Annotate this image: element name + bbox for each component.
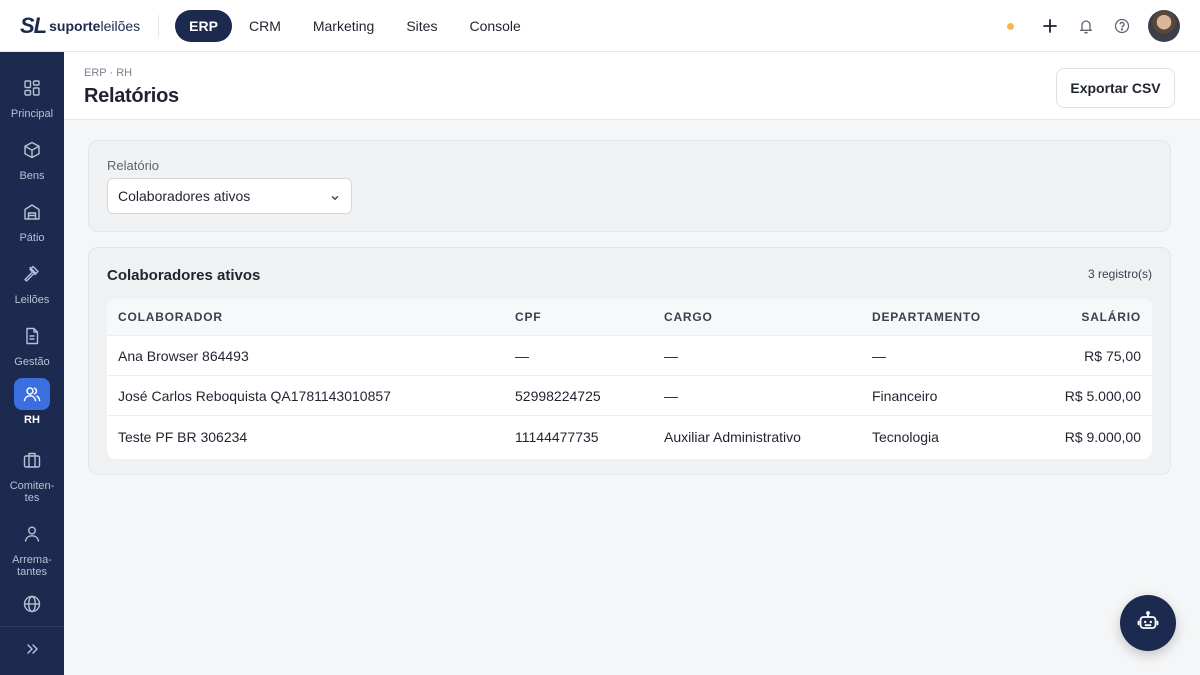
assistant-bot-button[interactable]	[1120, 595, 1176, 651]
cell-cargo: —	[664, 387, 678, 404]
document-icon	[14, 320, 50, 352]
avatar[interactable]	[1148, 10, 1180, 42]
results-count: 3 registro(s)	[1087, 267, 1152, 281]
sidebar-item-label: RH	[24, 414, 40, 426]
briefcase-icon	[14, 444, 50, 476]
column-header-colaborador[interactable]: COLABORADOR	[118, 299, 223, 335]
brand-name: suporteleilões	[49, 17, 141, 34]
cell-departamento: Tecnologia	[872, 429, 939, 445]
cell-cpf: 52998224725	[515, 387, 601, 404]
report-filter-card: Relatório Colaboradores ativos	[88, 140, 1171, 232]
users-icon	[14, 378, 50, 410]
sidebar-item-patio[interactable]: Pátio	[0, 196, 64, 244]
cell-cpf: 11144477735	[515, 429, 599, 445]
table-row[interactable]: Teste PF BR 306234 11144477735 Auxiliar …	[107, 417, 1152, 457]
status-indicator	[1007, 22, 1014, 30]
cell-cpf: —	[515, 347, 529, 364]
sidebar-item-label: Bens	[19, 170, 45, 182]
results-table: COLABORADOR CPF CARGO DEPARTAMENTO SALÁR…	[107, 299, 1152, 459]
column-header-departamento[interactable]: DEPARTAMENTO	[872, 299, 981, 335]
report-select-value: Colaboradores ativos	[118, 188, 251, 204]
brand-logo[interactable]: SL suporteleilões	[20, 0, 140, 52]
sidebar-item-arrematantes[interactable]: Arrema-tantes	[0, 518, 64, 578]
divider	[158, 14, 160, 37]
export-csv-button[interactable]: Exportar CSV	[1056, 68, 1175, 108]
help-icon[interactable]	[1112, 16, 1132, 36]
table-header-row: COLABORADOR CPF CARGO DEPARTAMENTO SALÁR…	[107, 299, 1152, 336]
column-header-salario[interactable]: SALÁRIO	[1081, 299, 1141, 335]
sidebar-item-label: Arrema-tantes	[12, 554, 52, 578]
top-actions	[1007, 0, 1180, 52]
cell-cargo: —	[664, 347, 678, 364]
robot-icon	[1136, 609, 1160, 638]
sidebar-item-principal[interactable]: Principal	[0, 72, 64, 120]
gavel-icon	[14, 258, 50, 290]
tab-sites[interactable]: Sites	[391, 10, 452, 42]
sidebar-item-rh[interactable]: RH	[0, 378, 64, 426]
table-row[interactable]: José Carlos Reboquista QA1781143010857 5…	[107, 376, 1152, 416]
brand-mark: SL	[20, 12, 47, 38]
sidebar: Principal Bens Pátio Leilões Gestão RH C…	[0, 52, 64, 675]
top-bar: SL suporteleilões ERP CRM Marketing Site…	[0, 0, 1200, 52]
table-row[interactable]: Ana Browser 864493 — — — R$ 75,00	[107, 336, 1152, 376]
sidebar-item-bens[interactable]: Bens	[0, 134, 64, 182]
top-nav: ERP CRM Marketing Sites Console	[175, 9, 536, 42]
report-select-label: Relatório	[107, 158, 160, 173]
sidebar-collapse-button[interactable]	[0, 626, 64, 675]
globe-icon	[14, 588, 50, 620]
column-header-cpf[interactable]: CPF	[515, 299, 541, 335]
cell-salario: R$ 9.000,00	[1064, 429, 1141, 445]
report-results-card: Colaboradores ativos 3 registro(s) COLAB…	[88, 247, 1171, 475]
column-header-cargo[interactable]: CARGO	[664, 299, 713, 335]
cell-departamento: Financeiro	[872, 387, 938, 404]
cell-departamento: —	[872, 347, 886, 364]
tab-marketing[interactable]: Marketing	[298, 10, 389, 42]
dashboard-icon	[14, 72, 50, 104]
plus-icon[interactable]	[1040, 16, 1060, 36]
bell-icon[interactable]	[1076, 16, 1096, 36]
sidebar-item-leiloes[interactable]: Leilões	[0, 258, 64, 306]
cell-salario: R$ 5.000,00	[1064, 387, 1141, 404]
sidebar-item-label: Comiten-tes	[9, 480, 55, 504]
page-title: Relatórios	[84, 85, 179, 107]
user-icon	[14, 518, 50, 550]
box-icon	[14, 134, 50, 166]
sidebar-item-label: Pátio	[19, 232, 45, 244]
sidebar-item-label: Gestão	[14, 356, 50, 368]
cell-cargo: Auxiliar Administrativo	[664, 429, 801, 445]
page-header: ERP · RH Relatórios Exportar CSV	[64, 52, 1200, 120]
report-select[interactable]: Colaboradores ativos	[107, 178, 352, 214]
sidebar-item-gestao[interactable]: Gestão	[0, 320, 64, 368]
sidebar-item-sites[interactable]	[0, 588, 64, 620]
cell-colaborador: Ana Browser 864493	[118, 347, 249, 364]
chevrons-right-icon	[25, 642, 39, 661]
results-title: Colaboradores ativos	[107, 267, 261, 284]
tab-crm[interactable]: CRM	[234, 10, 296, 42]
tab-console[interactable]: Console	[454, 10, 535, 42]
tab-erp[interactable]: ERP	[175, 9, 232, 42]
breadcrumb: ERP · RH	[84, 67, 133, 79]
cell-colaborador: José Carlos Reboquista QA1781143010857	[118, 387, 391, 404]
chevron-down-icon	[329, 191, 341, 207]
sidebar-item-label: Leilões	[14, 294, 50, 306]
sidebar-item-label: Principal	[10, 108, 54, 120]
sidebar-item-comitentes[interactable]: Comiten-tes	[0, 444, 64, 504]
warehouse-icon	[14, 196, 50, 228]
cell-colaborador: Teste PF BR 306234	[118, 429, 248, 445]
cell-salario: R$ 75,00	[1084, 347, 1141, 364]
